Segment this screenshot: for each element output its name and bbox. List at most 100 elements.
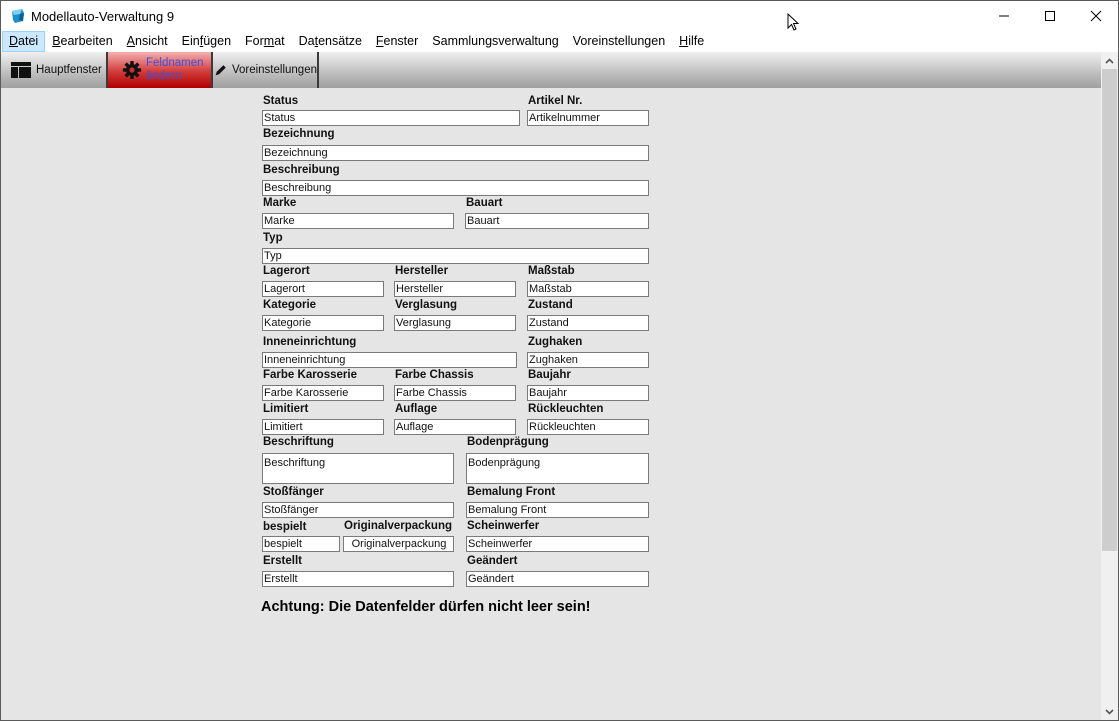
auflage-field[interactable]: Auflage	[394, 419, 516, 435]
scroll-up-button[interactable]	[1101, 52, 1118, 69]
hersteller-field[interactable]: Hersteller	[394, 281, 516, 297]
vertical-scrollbar[interactable]	[1101, 52, 1118, 720]
menu-item-einfügen[interactable]: Einfügen	[175, 31, 238, 52]
lagerort-field[interactable]: Lagerort	[262, 281, 384, 297]
bespielt-field[interactable]: bespielt	[262, 536, 340, 552]
rename-fields-label-line1: Feldnamen	[146, 57, 204, 69]
menu-item-format[interactable]: Format	[238, 31, 292, 52]
zustand-field[interactable]: Zustand	[527, 315, 649, 331]
menu-item-fenster[interactable]: Fenster	[369, 31, 425, 52]
geaendert-label: Geändert	[467, 555, 518, 567]
maximize-icon	[1045, 11, 1055, 21]
layout-icon	[11, 62, 31, 78]
scheinwerfer-label: Scheinwerfer	[467, 520, 540, 532]
verglasung-field[interactable]: Verglasung	[394, 315, 516, 331]
menu-item-text: D	[9, 34, 19, 48]
rename-fields-label-line2: ändern	[146, 70, 182, 82]
menu-item-text: earbeiten	[60, 34, 113, 48]
status-field[interactable]: Status	[262, 110, 520, 126]
scroll-down-button[interactable]	[1101, 703, 1118, 720]
hersteller-label: Hersteller	[395, 265, 449, 277]
scheinwerfer-field[interactable]: Scheinwerfer	[466, 536, 649, 552]
marke-field[interactable]: Marke	[262, 213, 454, 229]
auflage-label: Auflage	[395, 403, 438, 415]
marke-label: Marke	[263, 197, 297, 209]
beschriftung-label: Beschriftung	[263, 436, 334, 448]
minimize-icon	[999, 15, 1009, 17]
originalverpackung-label: Originalverpackung	[344, 520, 453, 532]
menu-item-text: m	[263, 34, 275, 48]
geaendert-field[interactable]: Geändert	[466, 571, 649, 587]
farbe-chassis-field[interactable]: Farbe Chassis	[394, 385, 516, 401]
bemalung-front-field[interactable]: Bemalung Front	[466, 502, 649, 518]
menu-item-text: Ein	[181, 34, 200, 48]
typ-label: Typ	[263, 232, 283, 244]
rename-fields-button[interactable]: Feldnamen ändern	[108, 52, 213, 88]
baujahr-field[interactable]: Baujahr	[527, 385, 649, 401]
menu-item-datei[interactable]: Datei	[2, 31, 46, 52]
menu-item-voreinstellungen[interactable]: Voreinstellungen	[566, 31, 672, 52]
rueckleuchten-label: Rückleuchten	[528, 403, 604, 415]
farbe-karosserie-field[interactable]: Farbe Karosserie	[262, 385, 384, 401]
menu-item-ansicht[interactable]: Ansicht	[120, 31, 175, 52]
bemalung-front-label: Bemalung Front	[467, 486, 556, 498]
close-icon	[1090, 10, 1102, 22]
scrollbar-thumb[interactable]	[1102, 69, 1117, 551]
window-title: Modellauto-Verwaltung 9	[31, 9, 175, 24]
menu-item-text: F	[375, 34, 384, 48]
inneneinrichtung-field[interactable]: Inneneinrichtung	[262, 352, 517, 368]
rename-fields-label: Feldnamen ändern	[146, 57, 204, 83]
limitiert-field[interactable]: Limitiert	[262, 419, 384, 435]
main-window-button[interactable]: Hauptfenster	[1, 52, 108, 88]
menu-item-text: A	[126, 34, 135, 48]
chevron-down-icon	[1105, 708, 1114, 715]
close-button[interactable]	[1073, 1, 1119, 31]
maximize-button[interactable]	[1027, 1, 1073, 31]
artikel-label: Artikel Nr.	[528, 95, 583, 107]
menu-item-text: at	[274, 34, 285, 48]
massstab-field[interactable]: Maßstab	[527, 281, 649, 297]
preferences-button[interactable]: Voreinstellungen	[213, 52, 319, 88]
gear-icon	[123, 61, 141, 79]
farbe-karosserie-label: Farbe Karosserie	[263, 369, 357, 381]
menu-bar: Datei Bearbeiten Ansicht Einfügen Format Date…	[1, 31, 1118, 52]
bauart-label: Bauart	[466, 197, 503, 209]
beschriftung-field[interactable]: Beschriftung	[262, 453, 454, 484]
kategorie-field[interactable]: Kategorie	[262, 315, 384, 331]
stossfaenger-field[interactable]: Stoßfänger	[262, 502, 454, 518]
minimize-button[interactable]	[981, 1, 1027, 31]
menu-item-datensätze[interactable]: Datensätze	[292, 31, 369, 52]
lagerort-label: Lagerort	[263, 265, 310, 277]
menu-item-text: H	[679, 34, 689, 48]
zughaken-field[interactable]: Zughaken	[527, 352, 649, 368]
typ-field[interactable]: Typ	[262, 248, 649, 264]
menu-item-sammlungsverwaltung[interactable]: Sammlungsverwaltung	[425, 31, 565, 52]
rueckleuchten-field[interactable]: Rückleuchten	[527, 419, 649, 435]
mouse-cursor-icon	[787, 13, 800, 31]
pencil-icon	[215, 65, 226, 76]
zustand-label: Zustand	[528, 299, 573, 311]
bodenpraegung-field[interactable]: Bodenprägung	[466, 453, 649, 484]
menu-item-hilfe[interactable]: Hilfe	[672, 31, 711, 52]
bauart-field[interactable]: Bauart	[465, 213, 649, 229]
zughaken-label: Zughaken	[528, 336, 583, 348]
bezeichnung-field[interactable]: Bezeichnung	[262, 145, 649, 161]
beschreibung-field[interactable]: Beschreibung	[262, 180, 649, 196]
bezeichnung-label: Bezeichnung	[263, 128, 335, 140]
erstellt-field[interactable]: Erstellt	[262, 571, 454, 587]
bespielt-label: bespielt	[263, 521, 307, 533]
beschreibung-label: Beschreibung	[263, 164, 340, 176]
artikel-field[interactable]: Artikelnummer	[527, 110, 649, 126]
stossfaenger-label: Stoßfänger	[263, 486, 324, 498]
massstab-label: Maßstab	[528, 265, 575, 277]
verglasung-label: Verglasung	[395, 299, 457, 311]
warning-message: Achtung: Die Datenfelder dürfen nicht le…	[261, 599, 591, 615]
bodenpraegung-label: Bodenprägung	[467, 436, 549, 448]
menu-item-text: ilfe	[688, 34, 705, 48]
originalverpackung-field[interactable]: Originalverpackung	[343, 536, 454, 552]
menu-item-text: nsicht	[135, 34, 168, 48]
menu-item-bearbeiten[interactable]: Bearbeiten	[45, 31, 119, 52]
main-window-label: Hauptfenster	[36, 64, 102, 76]
menu-item-text: atei	[18, 34, 39, 48]
baujahr-label: Baujahr	[528, 369, 571, 381]
